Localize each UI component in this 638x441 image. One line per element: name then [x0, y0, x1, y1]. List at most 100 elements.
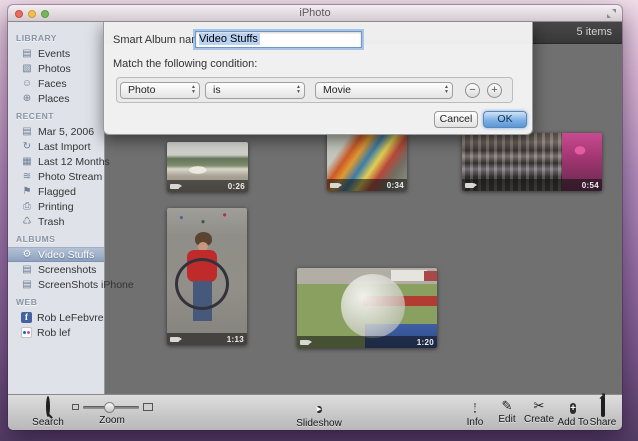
sidebar-item-photo-stream[interactable]: ≋ Photo Stream: [8, 169, 104, 184]
flickr-icon: [21, 327, 32, 338]
tool-label: Zoom: [68, 415, 156, 426]
sidebar-item-label: Last Import: [38, 141, 91, 153]
events-icon: ▤: [21, 48, 33, 60]
sidebar-item-label: Last 12 Months: [38, 156, 110, 168]
add-to-button[interactable]: + Add To: [555, 398, 591, 428]
tool-label: Edit: [491, 414, 523, 425]
sidebar-item-label: Video Stuffs: [38, 249, 94, 261]
video-duration: 1:13: [227, 335, 244, 344]
zoom-in-thumbnail-icon: [143, 403, 153, 411]
thumbnail-detail: [341, 274, 405, 338]
sidebar-item-label: Places: [38, 93, 70, 105]
sidebar-item-trash[interactable]: ♺ Trash: [8, 214, 104, 229]
window-title: iPhoto: [8, 5, 622, 21]
condition-value-popup[interactable]: Movie ▲▼: [315, 82, 453, 99]
duration-strip: 0:54: [462, 179, 602, 191]
info-button[interactable]: i Info: [457, 398, 493, 428]
craft-tools-icon: ✂: [521, 398, 557, 413]
zoom-slider-knob[interactable]: [104, 402, 115, 413]
video-thumbnail[interactable]: 1:20: [297, 268, 437, 348]
sidebar-item-last-import[interactable]: ↻ Last Import: [8, 139, 104, 154]
video-thumbnail[interactable]: 1:13: [167, 208, 247, 345]
duration-strip: 0:26: [167, 180, 248, 192]
sidebar-item-events[interactable]: ▤ Events: [8, 46, 104, 61]
close-button[interactable]: [15, 10, 23, 18]
sidebar-item-printing[interactable]: ⎙ Printing: [8, 199, 104, 214]
ok-button[interactable]: OK: [483, 111, 527, 128]
video-camera-icon: [300, 340, 309, 345]
sidebar-item-screenshots[interactable]: ▤ Screenshots: [8, 262, 104, 277]
zoom-control: Zoom: [68, 398, 156, 426]
share-button[interactable]: ↗ Share: [587, 398, 619, 428]
edit-button[interactable]: ✎ Edit: [491, 398, 523, 425]
smart-album-dialog: Smart Album name: Video Stuffs Match the…: [103, 22, 533, 135]
sidebar-item-label: Printing: [38, 201, 74, 213]
tool-label: Info: [457, 417, 493, 428]
titlebar[interactable]: iPhoto: [8, 5, 622, 22]
sidebar-item-mar-5-2006[interactable]: ▤ Mar 5, 2006: [8, 124, 104, 139]
add-plus-icon: +: [570, 403, 576, 414]
sidebar-item-label: Rob lef: [37, 327, 70, 339]
zoom-window-button[interactable]: [41, 10, 49, 18]
section-header-web: WEB: [8, 292, 104, 310]
tool-label: Search: [24, 417, 72, 428]
video-thumbnail[interactable]: 0:26: [167, 142, 248, 192]
thumbnail-detail: [175, 258, 229, 310]
video-duration: 0:54: [582, 181, 599, 190]
video-duration: 0:34: [387, 181, 404, 190]
sidebar-item-label: Flagged: [38, 186, 76, 198]
slideshow-button[interactable]: ▶ Slideshow: [290, 398, 348, 429]
zoom-slider-track[interactable]: [83, 406, 139, 409]
add-condition-button[interactable]: +: [487, 83, 502, 98]
create-button[interactable]: ✂ Create: [521, 398, 557, 425]
sidebar-item-photos[interactable]: ▧ Photos: [8, 61, 104, 76]
sidebar-item-label: Faces: [38, 78, 67, 90]
photo-stream-icon: ≋: [21, 171, 33, 183]
fullscreen-icon[interactable]: [607, 9, 616, 18]
sidebar-item-flagged[interactable]: ⚑ Flagged: [8, 184, 104, 199]
sidebar-item-screenshots-iphone[interactable]: ▤ ScreenShots iPhone: [8, 277, 104, 292]
sidebar-item-label: Photos: [38, 63, 71, 75]
popup-value: Movie: [323, 84, 351, 96]
cancel-button[interactable]: Cancel: [434, 111, 478, 128]
sidebar-item-video-stuffs[interactable]: ⚙ Video Stuffs: [8, 247, 104, 262]
info-icon: i: [474, 403, 477, 413]
sidebar-item-last-12-months[interactable]: ▦ Last 12 Months: [8, 154, 104, 169]
desktop-background: iPhoto LIBRARY ▤ Events ▧ Photos ☺ Faces…: [0, 0, 638, 441]
video-camera-icon: [465, 183, 474, 188]
match-condition-label: Match the following condition:: [113, 58, 257, 70]
sidebar-item-label: Rob LeFebvre: [37, 312, 104, 324]
duration-strip: 1:20: [297, 336, 437, 348]
tool-label: Create: [521, 414, 557, 425]
trash-icon: ♺: [21, 216, 33, 228]
popup-value: Photo: [128, 84, 155, 96]
video-thumbnail[interactable]: 0:34: [327, 133, 407, 191]
selected-text: Video Stuffs: [199, 33, 260, 45]
sidebar-item-label: Photo Stream: [38, 171, 102, 183]
minimize-button[interactable]: [28, 10, 36, 18]
condition-type-popup[interactable]: Photo ▲▼: [120, 82, 200, 99]
bottom-toolbar: Search Zoom ▶ Slideshow i Info: [8, 394, 622, 430]
sidebar-item-rob-lef[interactable]: Rob lef: [8, 325, 104, 340]
sidebar-item-places[interactable]: ⊕ Places: [8, 91, 104, 106]
album-name-input[interactable]: Video Stuffs: [195, 31, 362, 48]
condition-operator-popup[interactable]: is ▲▼: [205, 82, 305, 99]
items-count: 5 items: [577, 26, 612, 38]
video-thumbnail[interactable]: 0:54: [462, 133, 602, 191]
popup-arrows-icon: ▲▼: [296, 85, 301, 95]
video-camera-icon: [170, 184, 179, 189]
pencil-icon: ✎: [491, 398, 523, 413]
search-button[interactable]: Search: [24, 398, 72, 428]
sidebar-item-faces[interactable]: ☺ Faces: [8, 76, 104, 91]
calendar-event-icon: ▤: [21, 126, 33, 138]
tool-label: Slideshow: [290, 418, 348, 429]
facebook-icon: f: [21, 312, 32, 323]
popup-arrows-icon: ▲▼: [444, 85, 449, 95]
duration-strip: 0:34: [327, 179, 407, 191]
iphoto-window: iPhoto LIBRARY ▤ Events ▧ Photos ☺ Faces…: [8, 5, 622, 430]
popup-value: is: [213, 84, 221, 96]
sidebar-item-label: Trash: [38, 216, 64, 228]
remove-condition-button[interactable]: −: [465, 83, 480, 98]
sidebar-item-rob-lefebvre[interactable]: f Rob LeFebvre: [8, 310, 104, 325]
calendar-icon: ▦: [21, 156, 33, 168]
